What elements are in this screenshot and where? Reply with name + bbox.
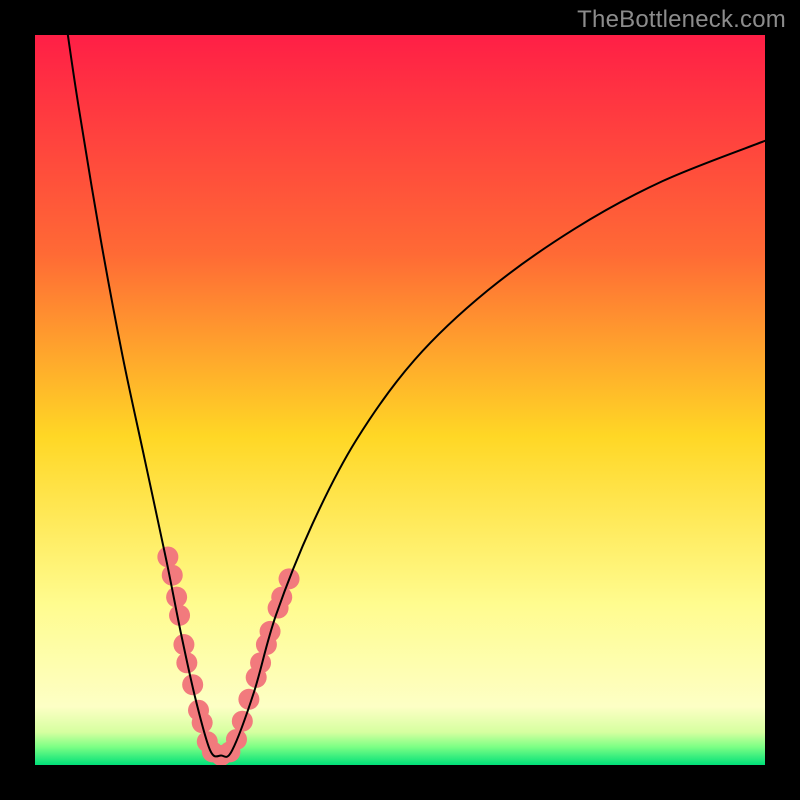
curve-layer <box>35 35 765 765</box>
plot-area <box>35 35 765 765</box>
watermark-text: TheBottleneck.com <box>577 6 786 34</box>
marker-cluster <box>157 546 299 765</box>
chart-frame: TheBottleneck.com <box>0 0 800 800</box>
bottleneck-curve <box>68 35 765 757</box>
data-marker <box>162 565 183 586</box>
data-marker <box>166 587 187 608</box>
